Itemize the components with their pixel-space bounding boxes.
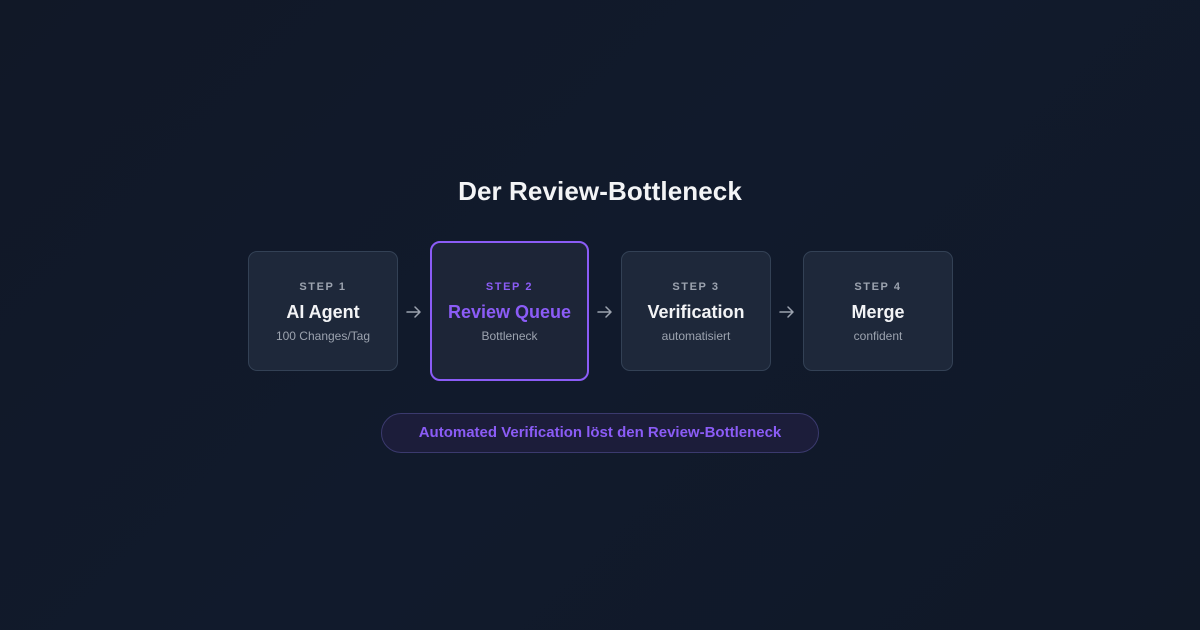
step-3-label: STEP 3: [672, 281, 720, 293]
arrow-right-icon: [406, 306, 421, 318]
step-3-card: STEP 3 Verification automatisiert: [621, 251, 771, 371]
step-1-name: AI Agent: [286, 302, 360, 322]
step-2-card: STEP 2 Review Queue Bottleneck: [430, 241, 589, 381]
step-4-label: STEP 4: [854, 281, 902, 293]
step-1-label: STEP 1: [299, 281, 347, 293]
step-4-subtitle: confident: [853, 329, 903, 343]
step-4-card: STEP 4 Merge confident: [803, 251, 953, 371]
step-3-name: Verification: [647, 302, 745, 322]
callout-banner: Automated Verification löst den Review-B…: [381, 413, 819, 453]
arrow-right-icon: [779, 306, 794, 318]
arrow-right-icon: [597, 306, 612, 318]
step-2-name: Review Queue: [447, 302, 572, 322]
step-1-subtitle: 100 Changes/Tag: [275, 329, 371, 343]
diagram-title: Der Review-Bottleneck: [458, 176, 742, 206]
step-4-name: Merge: [851, 302, 905, 322]
step-2-subtitle: Bottleneck: [481, 329, 538, 343]
step-1-card: STEP 1 AI Agent 100 Changes/Tag: [248, 251, 398, 371]
step-3-subtitle: automatisiert: [661, 329, 731, 343]
step-2-label: STEP 2: [485, 281, 534, 293]
